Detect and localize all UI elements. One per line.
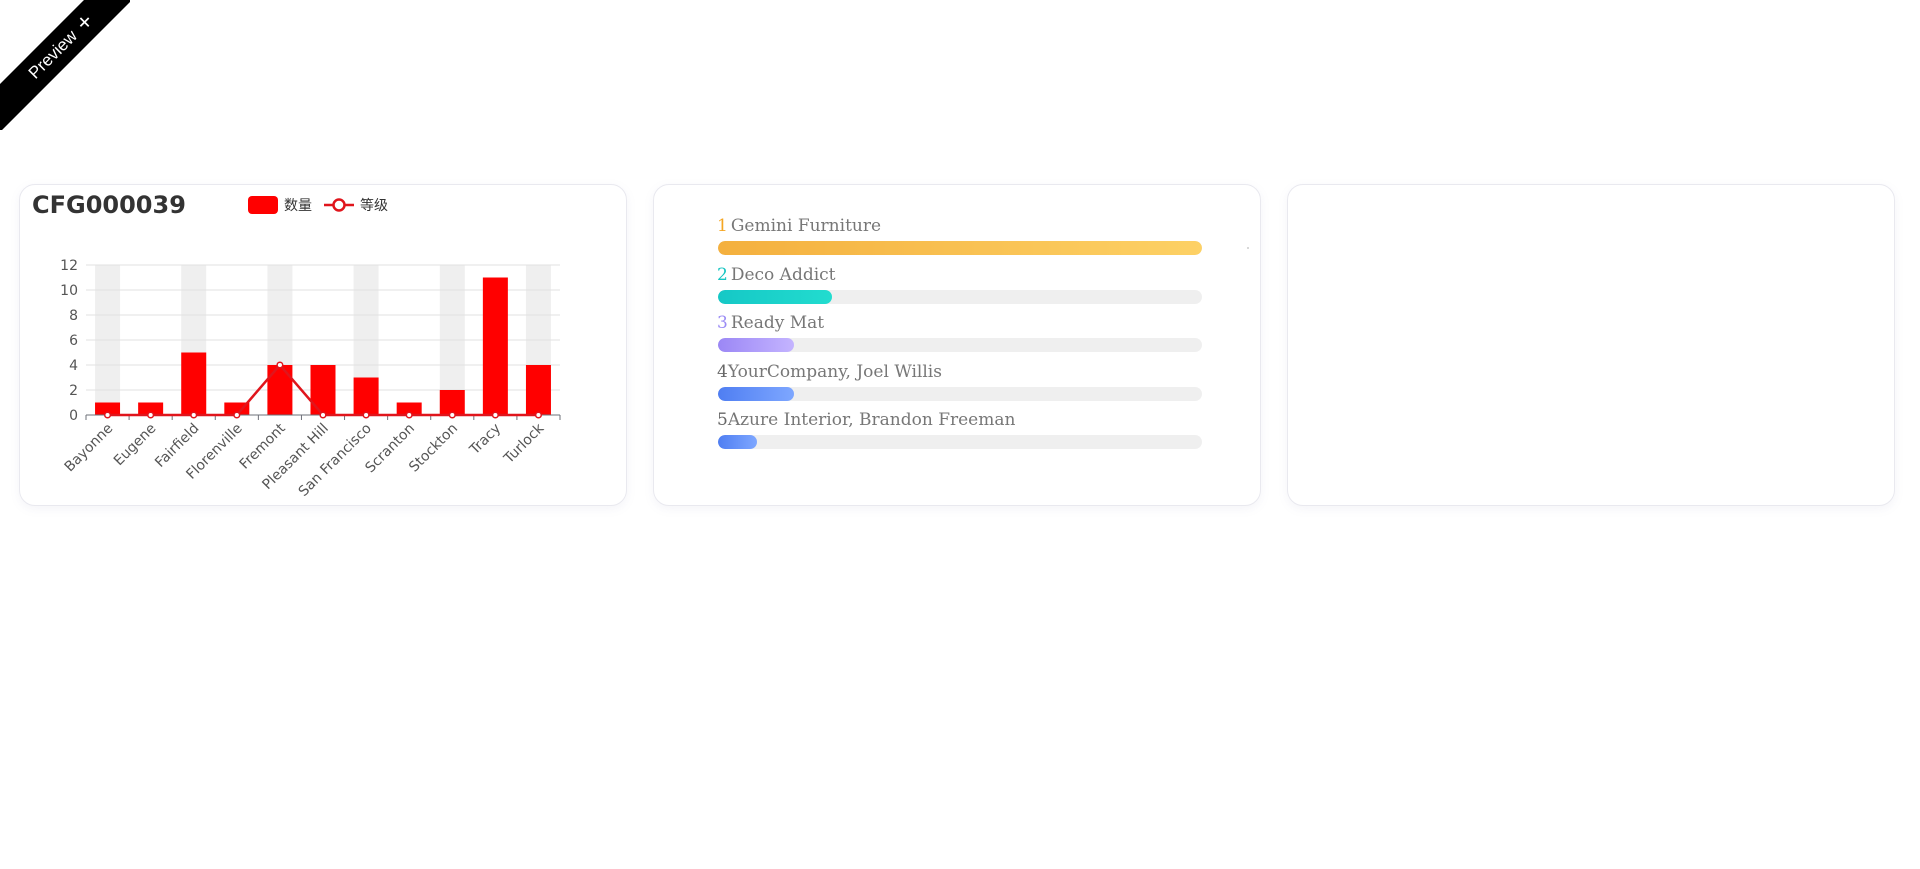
preview-ribbon-wrap: Preview +	[0, 0, 130, 130]
ranking-number: 4	[717, 361, 728, 382]
ranking-label: 3 Ready Mat	[717, 312, 1201, 334]
ranking-progress-fill	[718, 338, 795, 353]
ranking-name: Deco Addict	[730, 264, 836, 285]
ranking-progress-fill	[718, 241, 1202, 255]
chart-bar	[267, 365, 293, 415]
ranking-label: 2 Deco Addict	[717, 264, 1201, 286]
line-point	[448, 411, 456, 419]
ranking-item: 2 Deco Addict	[717, 264, 1202, 313]
y-tick-label: 6	[69, 333, 78, 349]
dot-mark	[1247, 247, 1249, 249]
ranking-progress-fill	[718, 435, 757, 450]
ranking-progress-fill	[718, 386, 795, 401]
ranking-number: 5	[717, 410, 728, 431]
dashboard-cards: CFG000039 数量 等级 0 2 4 6 8 10 12 Bayonne Eugene Fa…	[19, 184, 1895, 506]
x-tick-label: Eugene	[111, 421, 160, 470]
ranking-name: Ready Mat	[730, 313, 825, 334]
y-tick-label: 12	[60, 258, 78, 274]
y-tick-label: 4	[69, 358, 78, 374]
line-point	[405, 411, 413, 419]
x-tick-label: Turlock	[500, 420, 548, 468]
ranking-progress-track	[718, 289, 1202, 304]
ranking-progress-track	[718, 386, 1202, 401]
ranking-name: Azure Interior, Brandon Freeman	[727, 410, 1016, 431]
ranking-label: 4YourCompany, Joel Willis	[717, 361, 1201, 383]
chart-bar	[439, 390, 465, 415]
line-point	[233, 411, 241, 419]
ranking-name: YourCompany, Joel Willis	[727, 361, 942, 382]
ranking-number: 3	[717, 313, 728, 334]
ranking-label: 1 Gemini Furniture	[717, 215, 1201, 237]
chart-bar	[310, 365, 336, 415]
chart-bar	[181, 352, 207, 415]
ranking-list: 1 Gemini Furniture 2 Deco Addict 3 Ready Mat 4…	[717, 215, 1202, 458]
x-tick-label: Bayonne	[62, 421, 117, 476]
ranking-progress-track	[718, 435, 1202, 450]
line-point	[103, 411, 112, 419]
line-point	[276, 361, 284, 369]
ranking-item: 1 Gemini Furniture	[717, 215, 1202, 264]
y-tick-label: 8	[69, 308, 78, 324]
ranking-item: 4YourCompany, Joel Willis	[717, 361, 1202, 410]
ranking-progress-fill	[718, 289, 832, 304]
empty-card	[1287, 184, 1895, 506]
ranking-progress-track	[718, 338, 1202, 353]
line-point	[319, 411, 327, 419]
ranking-progress-track	[718, 241, 1202, 255]
preview-label: Preview	[24, 26, 81, 83]
line-point	[147, 411, 155, 419]
ranking-card: 1 Gemini Furniture 2 Deco Addict 3 Ready Mat 4…	[653, 184, 1261, 506]
line-point	[491, 411, 499, 419]
preview-ribbon[interactable]: Preview +	[0, 0, 130, 130]
ranking-item: 3 Ready Mat	[717, 312, 1202, 361]
ranking-item: 5Azure Interior, Brandon Freeman	[717, 409, 1202, 458]
chart-bar	[482, 277, 508, 415]
ranking-label: 5Azure Interior, Brandon Freeman	[717, 409, 1201, 431]
line-point	[534, 411, 543, 419]
line-point	[362, 411, 370, 419]
chart-bar	[353, 377, 379, 415]
line-point	[190, 411, 198, 419]
chart-card: CFG000039 数量 等级 0 2 4 6 8 10 12 Bayonne Eugene Fa…	[19, 184, 627, 506]
ranking-name: Gemini Furniture	[730, 216, 882, 236]
y-tick-label: 0	[69, 408, 78, 424]
ranking-number: 2	[717, 264, 728, 285]
bar-line-chart: 024681012BayonneEugeneFairfieldFlorenvil…	[60, 258, 561, 500]
plus-icon: +	[70, 7, 100, 37]
y-tick-label: 10	[60, 283, 78, 299]
y-tick-label: 2	[69, 383, 78, 399]
chart-bar	[525, 365, 551, 415]
x-tick-label: Tracy	[466, 421, 504, 459]
ranking-number: 1	[717, 216, 728, 236]
